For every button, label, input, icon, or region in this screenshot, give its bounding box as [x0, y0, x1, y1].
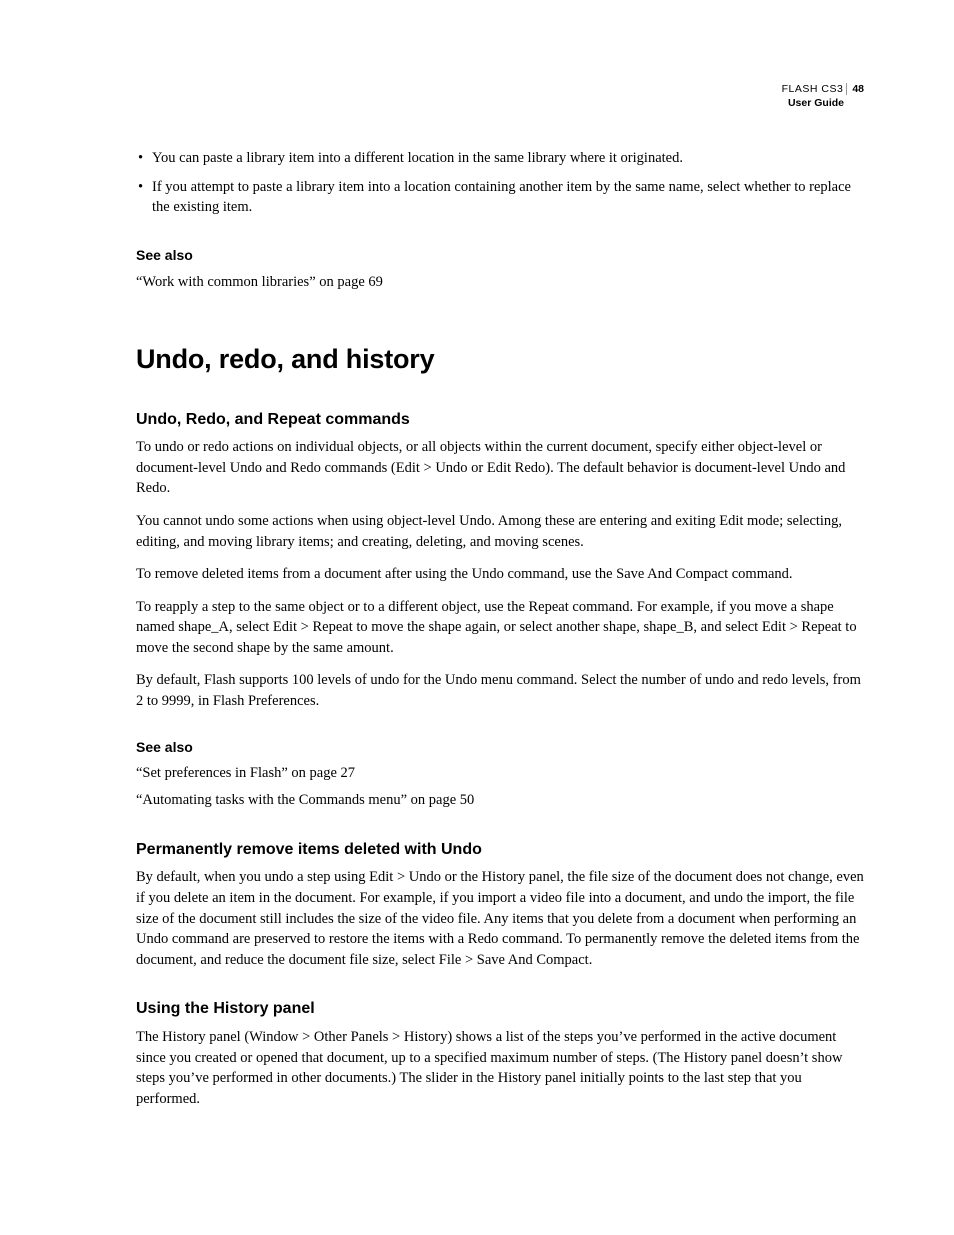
- section1-p3: To remove deleted items from a document …: [136, 564, 864, 585]
- section3-heading: Using the History panel: [136, 998, 864, 1021]
- see-also-link: “Work with common libraries” on page 69: [136, 272, 864, 293]
- see-also-block-2: See also “Set preferences in Flash” on p…: [136, 738, 864, 811]
- header-product: FLASH CS3: [782, 83, 844, 95]
- section1-heading: Undo, Redo, and Repeat commands: [136, 409, 864, 432]
- section1-p1: To undo or redo actions on individual ob…: [136, 437, 864, 499]
- section1-p5: By default, Flash supports 100 levels of…: [136, 670, 864, 711]
- intro-bullet-list: You can paste a library item into a diff…: [136, 148, 864, 218]
- intro-bullet-2: If you attempt to paste a library item i…: [136, 177, 864, 218]
- see-also-heading-2: See also: [136, 738, 864, 758]
- header-subtitle: User Guide: [782, 96, 864, 110]
- section3-p1: The History panel (Window > Other Panels…: [136, 1027, 864, 1109]
- page-header: FLASH CS348 User Guide: [782, 82, 864, 110]
- see-also-heading: See also: [136, 246, 864, 266]
- see-also-link-2a: “Set preferences in Flash” on page 27: [136, 763, 864, 784]
- see-also-block-1: See also “Work with common libraries” on…: [136, 246, 864, 292]
- section2-p1: By default, when you undo a step using E…: [136, 867, 864, 970]
- intro-bullet-1: You can paste a library item into a diff…: [136, 148, 864, 169]
- section1-p2: You cannot undo some actions when using …: [136, 511, 864, 552]
- header-page-number: 48: [846, 83, 864, 95]
- section2-heading: Permanently remove items deleted with Un…: [136, 839, 864, 862]
- see-also-link-2b: “Automating tasks with the Commands menu…: [136, 790, 864, 811]
- main-heading: Undo, redo, and history: [136, 340, 864, 378]
- section1-p4: To reapply a step to the same object or …: [136, 597, 864, 659]
